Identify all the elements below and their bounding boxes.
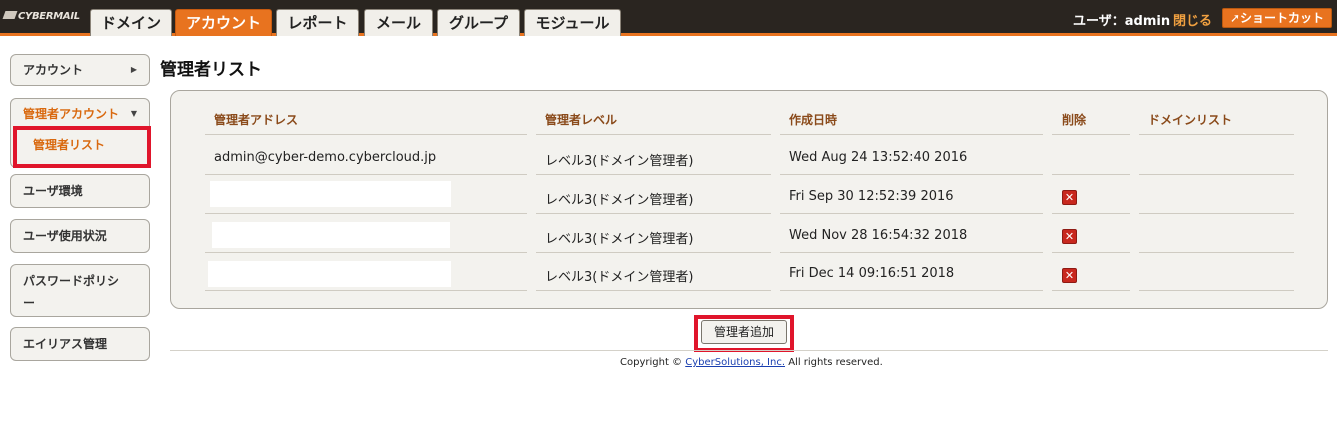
tab-group[interactable]: グループ [437,9,520,36]
row-divider [205,290,527,291]
admin-created: Wed Aug 24 13:52:40 2016 [789,150,968,165]
delete-icon[interactable]: ✕ [1062,268,1077,283]
row-divider [1052,290,1130,291]
add-admin-button[interactable]: 管理者追加 [701,320,787,344]
shortcut-button[interactable]: ➚ショートカット [1222,8,1332,28]
admin-created: Wed Nov 28 16:54:32 2018 [789,228,968,243]
chevron-down-icon: ▼ [130,109,137,118]
chevron-right-icon: ▶ [130,65,137,74]
sidebar-subitem-admin-list[interactable]: 管理者リスト [33,136,105,153]
row-divider [780,290,1043,291]
row-divider [536,134,771,135]
sidebar-item-password-policy[interactable]: パスワードポリシー [10,264,150,317]
admin-created: Fri Sep 30 12:52:39 2016 [789,189,954,204]
redacted-address [212,222,450,248]
company-link[interactable]: CyberSolutions, Inc. [685,357,785,368]
column-header-domain-list: ドメインリスト [1148,113,1233,127]
tab-label: レポート [287,14,348,32]
close-link[interactable]: 閉じる [1173,10,1212,29]
column-header-level: 管理者レベル [545,113,618,127]
delete-icon[interactable]: ✕ [1062,229,1077,244]
tab-mail[interactable]: メール [364,9,433,36]
tab-module[interactable]: モジュール [524,9,621,36]
redacted-address [208,261,451,287]
tab-label: アカウント [185,14,261,32]
sidebar-item-account[interactable]: アカウント ▶ [10,54,150,86]
copyright-prefix: Copyright © [620,357,686,368]
tab-label: グループ [448,14,509,32]
tab-label: ドメイン [100,14,161,32]
copyright-suffix: All rights reserved. [785,357,883,368]
sidebar-item-label: アカウント [23,63,84,77]
sidebar-item-label: ユーザ使用状況 [23,229,107,243]
column-header-delete: 削除 [1062,113,1087,127]
shortcut-icon: ➚ [1229,11,1241,25]
row-divider [205,252,527,253]
admin-level: レベル3(ドメイン管理者) [545,270,694,285]
redacted-address [210,181,451,207]
row-divider [780,252,1043,253]
row-divider [780,134,1043,135]
admin-level: レベル3(ドメイン管理者) [545,154,694,169]
row-divider [536,213,771,214]
sidebar-item-user-usage[interactable]: ユーザ使用状況 [10,219,150,253]
page-title: 管理者リスト [160,60,262,80]
admin-level: レベル3(ドメイン管理者) [545,232,694,247]
tab-label: モジュール [535,14,610,32]
admin-address-link[interactable]: admin@cyber-demo.cybercloud.jp [214,150,436,165]
sidebar-item-label: パスワードポリシー [23,274,120,310]
row-divider [780,213,1043,214]
column-header-address: 管理者アドレス [214,113,299,127]
row-divider [1052,174,1130,175]
shortcut-label: ショートカット [1240,11,1325,25]
logo-text: CYBERMAIL [18,11,80,22]
tab-report[interactable]: レポート [276,9,359,36]
tab-label: メール [375,14,421,32]
row-divider [1139,134,1294,135]
row-divider [1052,134,1130,135]
current-user: ユーザ：admin [1073,14,1171,29]
row-divider [205,134,527,135]
tab-domain[interactable]: ドメイン [90,9,172,36]
tab-account[interactable]: アカウント [175,9,272,36]
row-divider [205,213,527,214]
sidebar-item-user-environment[interactable]: ユーザ環境 [10,174,150,208]
sidebar-item-label: ユーザ環境 [23,184,83,198]
row-divider [1139,174,1294,175]
row-divider [1139,252,1294,253]
cybermail-logo[interactable]: CYBERMAIL [2,11,80,22]
sidebar-item-label: 管理者アカウント [23,107,120,121]
admin-created: Fri Dec 14 09:16:51 2018 [789,266,955,281]
row-divider [1139,213,1294,214]
admin-level: レベル3(ドメイン管理者) [545,193,694,208]
row-divider [1139,290,1294,291]
row-divider [780,174,1043,175]
row-divider [536,252,771,253]
delete-icon[interactable]: ✕ [1062,190,1077,205]
row-divider [1052,252,1130,253]
row-divider [1052,213,1130,214]
row-divider [205,174,527,175]
footer-divider [170,350,1328,351]
row-divider [536,174,771,175]
column-header-created: 作成日時 [789,113,838,127]
footer-copyright: Copyright © CyberSolutions, Inc. All rig… [620,357,883,368]
row-divider [536,290,771,291]
sidebar-item-label: エイリアス管理 [23,337,108,351]
sidebar-item-alias[interactable]: エイリアス管理 [10,327,150,361]
top-nav-bar: CYBERMAIL ドメイン アカウント レポート メール グループ モジュール… [0,0,1337,36]
